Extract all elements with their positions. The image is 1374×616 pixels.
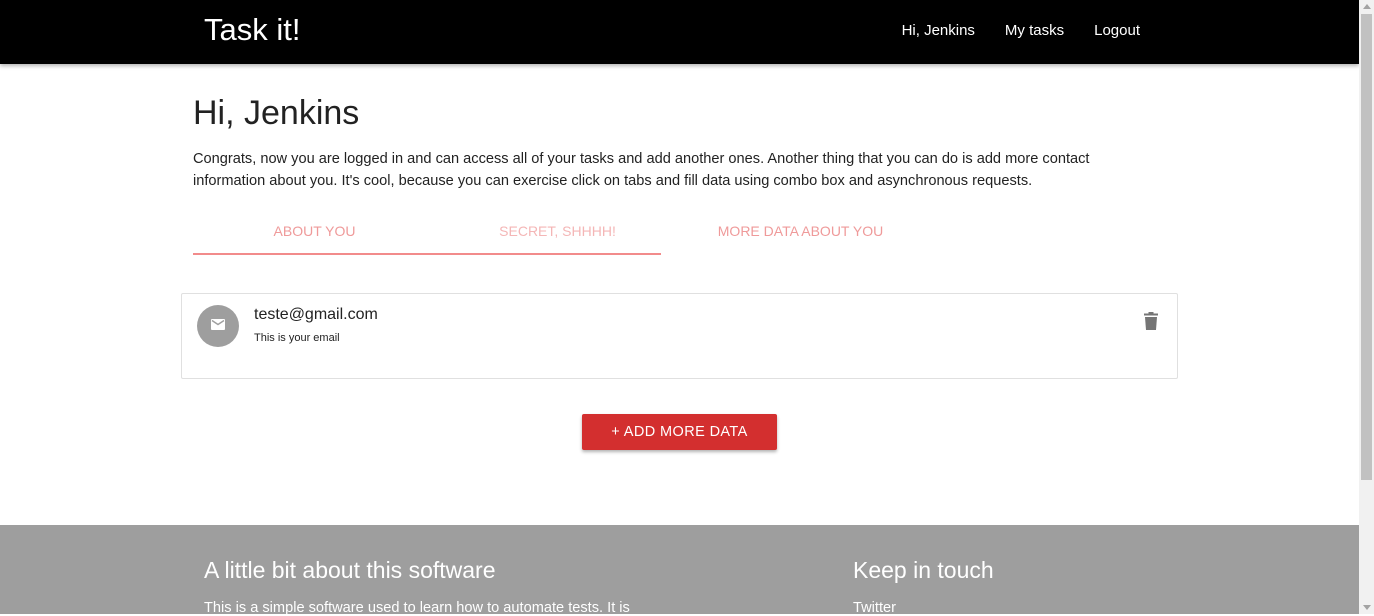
tab-indicator bbox=[193, 253, 661, 255]
trash-icon[interactable] bbox=[1144, 312, 1158, 335]
contact-card: teste@gmail.com This is your email bbox=[181, 293, 1178, 379]
brand-logo[interactable]: Task it! bbox=[204, 12, 300, 48]
email-avatar bbox=[197, 305, 239, 347]
scroll-down-icon[interactable] bbox=[1363, 605, 1371, 610]
email-icon bbox=[211, 317, 225, 335]
contact-caption: This is your email bbox=[254, 332, 340, 344]
vertical-scrollbar[interactable] bbox=[1359, 0, 1374, 614]
nav-link-profile[interactable]: Hi, Jenkins bbox=[902, 22, 975, 39]
footer: A little bit about this software This is… bbox=[0, 525, 1359, 616]
nav-link-logout[interactable]: Logout bbox=[1094, 22, 1140, 39]
intro-text: Congrats, now you are logged in and can … bbox=[193, 151, 1090, 189]
tab-more-data[interactable]: MORE DATA ABOUT YOU bbox=[679, 214, 922, 256]
nav-link-my-tasks[interactable]: My tasks bbox=[1005, 22, 1064, 39]
scroll-up-icon[interactable] bbox=[1363, 4, 1371, 9]
tab-about-you[interactable]: ABOUT YOU bbox=[193, 214, 436, 256]
page-title: Hi, Jenkins bbox=[193, 94, 360, 132]
footer-touch-title: Keep in touch bbox=[853, 557, 994, 583]
navbar: Task it! Hi, Jenkins My tasks Logout bbox=[0, 0, 1359, 64]
footer-about-title: A little bit about this software bbox=[204, 557, 496, 583]
contact-value: teste@gmail.com bbox=[254, 306, 378, 323]
nav-links: Hi, Jenkins My tasks Logout bbox=[902, 22, 1140, 39]
tab-secret[interactable]: SECRET, SHHHH! bbox=[436, 214, 679, 256]
scroll-thumb[interactable] bbox=[1361, 14, 1372, 480]
tabs: ABOUT YOU SECRET, SHHHH! MORE DATA ABOUT… bbox=[193, 214, 923, 256]
add-more-data-button[interactable]: + ADD MORE DATA bbox=[582, 414, 777, 450]
